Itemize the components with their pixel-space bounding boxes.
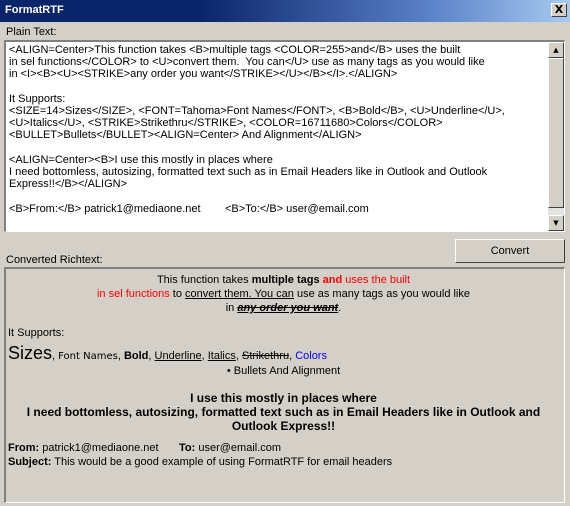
plain-text-line xyxy=(9,190,544,202)
close-icon: X xyxy=(554,3,564,16)
to-value: user@email.com xyxy=(195,442,282,454)
plain-text-scrollbar[interactable]: ▲ ▼ xyxy=(548,42,564,231)
rich-text: to xyxy=(169,288,186,300)
plain-text-line: <ALIGN=Center>This function takes <B>mul… xyxy=(9,44,461,56)
rich-red-text: uses the built xyxy=(342,274,411,286)
bold-line-1: I use this mostly in places where xyxy=(190,391,377,405)
rich-red-text: in sel functions xyxy=(96,288,170,300)
subject-value: This would be a good example of using Fo… xyxy=(51,456,393,468)
it-supports-label: It Supports: xyxy=(8,327,65,339)
rich-text: use as many tags as you would like xyxy=(293,288,470,300)
underline-text: Underline xyxy=(154,350,202,362)
rich-supports-line: Sizes, Font Names, Bold, Underline, Ital… xyxy=(8,343,327,364)
rich-underline-text: convert them. You can xyxy=(185,288,294,300)
rich-bold-text: multiple tags xyxy=(251,274,323,286)
sizes-text: Sizes xyxy=(8,343,53,363)
plain-text-area[interactable]: <ALIGN=Center>This function takes <B>mul… xyxy=(4,40,565,232)
from-to-line: From: patrick1@mediaone.net xyxy=(8,442,159,454)
converted-richtext-label: Converted Richtext: xyxy=(6,254,103,266)
colors-text: Colors xyxy=(295,350,327,362)
scroll-thumb[interactable] xyxy=(548,58,564,208)
plain-text-line: <U>Italics</U>, <STRIKE>Strikethru</STRI… xyxy=(9,117,443,130)
plain-text-line: <SIZE=14>Sizes</SIZE>, <FONT=Tahoma>Font… xyxy=(9,105,505,118)
plain-text-line: Express!!</B></ALIGN> xyxy=(9,178,128,191)
plain-text-content[interactable]: <ALIGN=Center>This function takes <B>mul… xyxy=(9,44,544,230)
rich-text: . xyxy=(338,302,342,314)
to-label: To: xyxy=(179,442,196,454)
rich-styled-text: any order you want xyxy=(237,302,339,314)
rich-text: This function takes xyxy=(156,274,252,286)
plain-text-line xyxy=(9,81,544,93)
plain-text-line: in sel functions</COLOR> to <U>convert t… xyxy=(9,56,485,69)
window-title: FormatRTF xyxy=(5,4,64,16)
plain-text-line xyxy=(9,142,544,154)
plain-text-label: Plain Text: xyxy=(6,26,57,38)
plain-text-line: <ALIGN=Center><B>I use this mostly in pl… xyxy=(9,153,273,166)
bold-line-2: I need bottomless, autosizing, formatted… xyxy=(26,405,541,433)
italics-text: Italics xyxy=(207,350,236,362)
font-names-text: Font Names xyxy=(58,351,118,362)
strikethru-text: Strikethru xyxy=(241,350,290,362)
bullets-text: Bullets And Alignment xyxy=(230,365,341,377)
bold-text: Bold xyxy=(123,350,149,362)
from-label: From: xyxy=(8,442,40,454)
plain-text-line: in <I><B><U><STRIKE>any order you want</… xyxy=(9,68,398,81)
converted-richtext-box: This function takes multiple tags and us… xyxy=(4,267,565,503)
scroll-up-arrow-icon[interactable]: ▲ xyxy=(548,42,564,58)
scroll-down-arrow-icon[interactable]: ▼ xyxy=(548,215,564,231)
rich-line-1: This function takes multiple tags and us… xyxy=(6,274,561,286)
close-button[interactable]: X xyxy=(551,3,567,17)
title-bar: FormatRTF X xyxy=(0,0,570,22)
bullet-line: • Bullets And Alignment xyxy=(6,365,561,377)
plain-text-line: <BULLET>Bullets</BULLET><ALIGN=Center> A… xyxy=(9,129,362,142)
subject-line: Subject: This would be a good example of… xyxy=(8,456,392,468)
plain-text-line: It Supports: xyxy=(9,92,66,105)
from-value: patrick1@mediaone.net xyxy=(39,442,159,454)
convert-button[interactable]: Convert xyxy=(455,239,565,263)
rich-line-3: in any order you want. xyxy=(6,302,561,314)
subject-label: Subject: xyxy=(8,456,52,468)
plain-text-line: <B>From:</B> patrick1@mediaone.net <B>To… xyxy=(9,202,369,215)
rich-text: in xyxy=(225,302,238,314)
rich-line-2: in sel functions to convert them. You ca… xyxy=(6,288,561,300)
rich-red-bold-text: and xyxy=(322,274,343,286)
plain-text-line: I need bottomless, autosizing, formatted… xyxy=(9,166,488,179)
to-line: To: user@email.com xyxy=(179,442,281,454)
